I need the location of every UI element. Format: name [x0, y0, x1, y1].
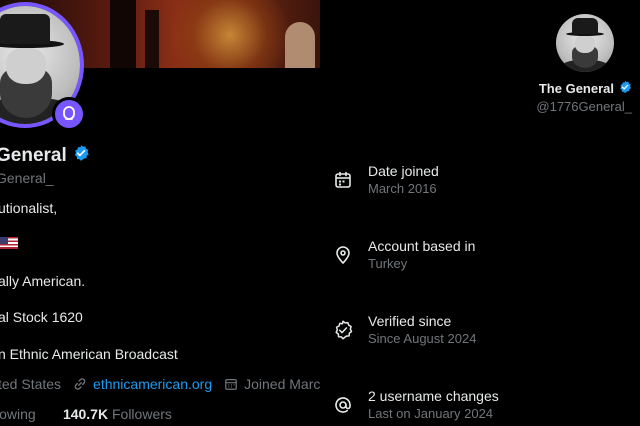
row-subtitle: Turkey [368, 256, 408, 271]
verified-badge-icon [618, 80, 632, 97]
website-link[interactable]: ethnicamerican.org [93, 376, 212, 392]
about-handle: @1776General_ [536, 99, 632, 114]
profile-display-name: General [0, 144, 90, 168]
bio-line: al Stock 1620 [0, 309, 83, 325]
profile-panel: General General_ utionalist, ally Americ… [0, 0, 320, 426]
location-text: ted States [0, 376, 62, 392]
profile-meta: ted States ethnicamerican.org Joined Mar… [0, 376, 320, 392]
about-display-name: The General [539, 80, 632, 97]
profile-handle: General_ [0, 170, 54, 186]
display-name-text: General [0, 145, 67, 166]
about-avatar [556, 14, 614, 72]
calendar-icon [224, 377, 238, 391]
about-account-panel: The General @1776General_ Date joined Ma… [320, 0, 640, 426]
followers-count[interactable]: 140.7K [63, 406, 108, 422]
us-flag-icon [0, 237, 18, 249]
at-sign-icon [332, 394, 354, 416]
about-name-text: The General [538, 81, 614, 96]
joined-text: Joined Marc [244, 376, 320, 392]
verified-check-icon [332, 319, 354, 341]
row-subtitle: Last on January 2024 [368, 406, 494, 421]
row-subtitle: March 2016 [368, 181, 437, 196]
following-link[interactable]: lowing [0, 406, 36, 422]
bio-line: n Ethnic American Broadcast [0, 346, 178, 362]
row-title: Date joined [368, 163, 439, 179]
row-subtitle: Since August 2024 [368, 331, 477, 346]
followers-label[interactable]: Followers [112, 406, 172, 422]
row-title: Account based in [368, 238, 476, 254]
location-pin-icon [332, 244, 354, 266]
bio-line: ally American. [0, 273, 86, 289]
bio-line: utionalist, [0, 200, 58, 216]
verified-since-row: Verified since Since August 2024 [332, 313, 632, 353]
calendar-icon [332, 169, 354, 191]
verified-badge-icon [72, 144, 90, 168]
username-changes-row: 2 username changes Last on January 2024 [332, 388, 632, 426]
row-title: 2 username changes [368, 388, 499, 404]
follow-stats: lowing 140.7K Followers [0, 406, 172, 422]
row-title: Verified since [368, 313, 452, 329]
link-icon [73, 377, 87, 391]
account-based-in-row: Account based in Turkey [332, 238, 632, 278]
date-joined-row: Date joined March 2016 [332, 163, 632, 203]
subscription-badge-icon [52, 97, 86, 131]
